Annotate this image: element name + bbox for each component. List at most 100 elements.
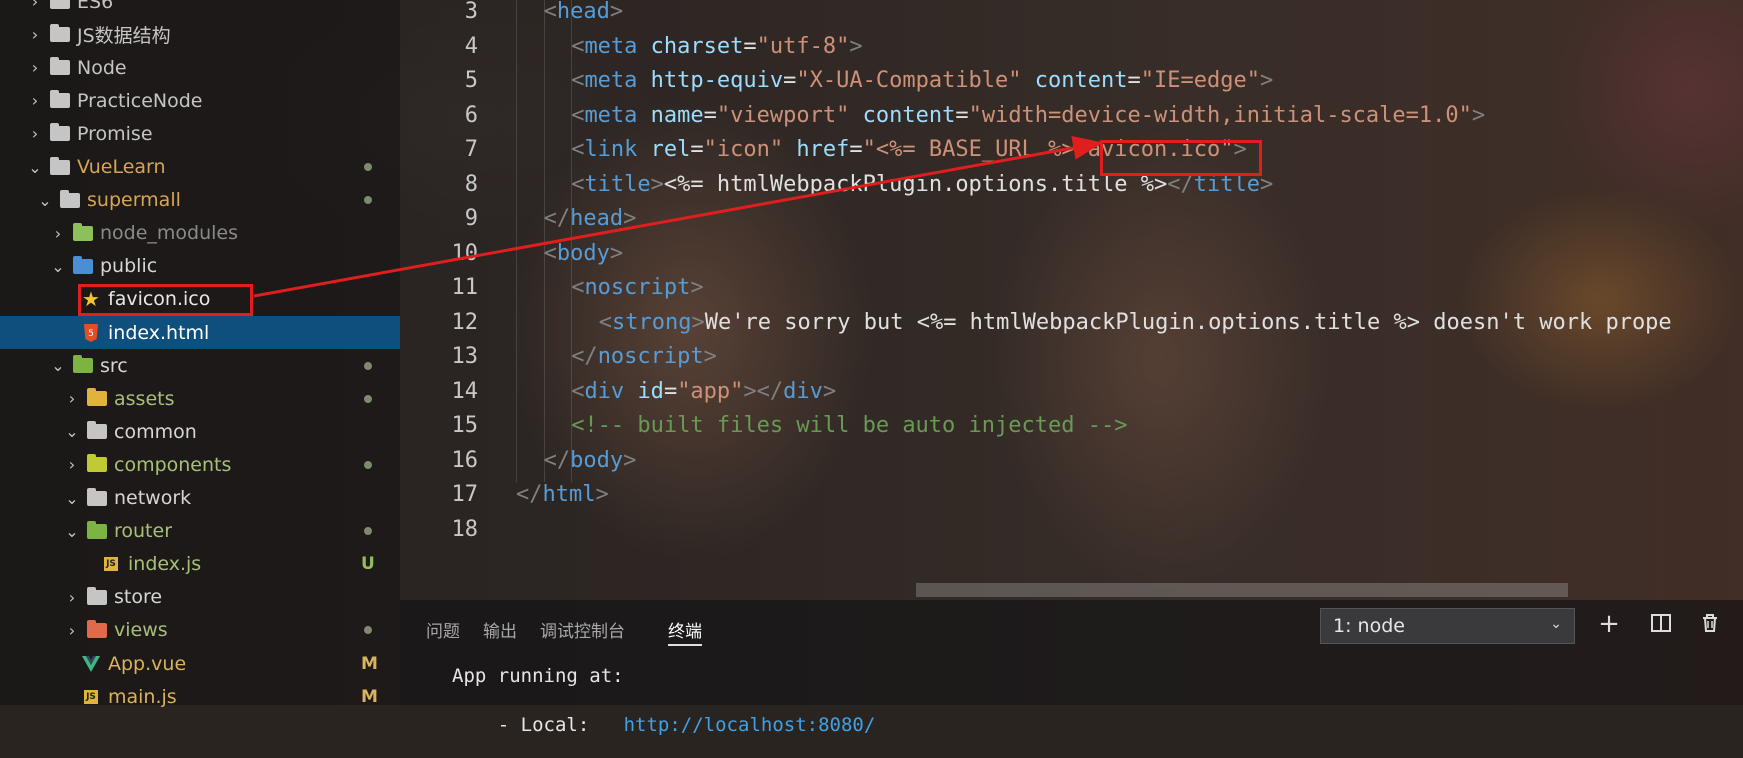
tree-item[interactable]: › assets [0,382,400,415]
folder-icon [49,24,71,44]
tree-item[interactable]: ⌄ router [0,515,400,548]
code-line[interactable]: 17 </html> [400,482,1743,516]
code-line[interactable]: 12 <strong>We're sorry but <%= htmlWebpac… [400,310,1743,344]
terminal-line-1: - Local: http://localhost:8080/ [452,692,876,758]
code-line[interactable]: 16 </body> [400,448,1743,482]
code-text: <meta name="viewport" content="width=dev… [571,102,1486,128]
code-line[interactable]: 15 <!-- built files will be auto injected… [400,413,1743,447]
tree-item[interactable]: › ES6 [0,0,400,18]
tree-item[interactable]: ⌄ src [0,349,400,382]
tab-problems[interactable]: 问题 [426,617,460,642]
chevron-right-icon[interactable]: › [25,58,45,77]
git-status-badge: M [361,653,378,674]
plus-icon[interactable]: + [1597,611,1621,637]
tree-item[interactable]: 5 index.html [0,316,400,349]
chevron-right-icon[interactable]: › [62,588,82,607]
tree-item[interactable]: › components [0,448,400,481]
code-text: </head> [543,206,637,231]
tree-item-label: store [114,586,163,609]
js-file-icon: JS [104,557,118,572]
code-line[interactable]: 8 <title><%= htmlWebpackPlugin.options.ti… [400,172,1743,206]
tree-item-label: PracticeNode [77,89,203,112]
folder-icon [72,222,94,242]
tree-item-label: public [100,255,158,278]
tree-item[interactable]: › views [0,614,400,647]
terminal-select-value: 1: node [1333,615,1405,637]
chevron-right-icon[interactable]: › [25,25,45,44]
folder-icon [59,189,81,209]
code-line[interactable]: 11 <noscript> [400,275,1743,309]
code-line[interactable]: 5 <meta http-equiv="X-UA-Compatible" cont… [400,68,1743,102]
tree-item-label: Promise [77,122,153,145]
chevron-down-icon[interactable]: ⌄ [48,257,68,276]
chevron-down-icon[interactable]: ⌄ [62,422,82,441]
code-text: <div id="app"></div> [571,378,837,404]
chevron-right-icon[interactable]: › [25,124,45,143]
tree-item[interactable]: › JS数据结构 [0,18,400,51]
tree-item[interactable]: › PracticeNode [0,84,400,117]
folder-icon [86,619,108,639]
modified-dot [364,626,372,635]
code-text: </noscript> [571,344,717,369]
tab-output[interactable]: 输出 [483,617,517,642]
tree-item[interactable]: ⌄ public [0,250,400,283]
code-line[interactable]: 7 <link rel="icon" href="<%= BASE_URL %>f… [400,137,1743,171]
line-number: 14 [451,378,479,404]
tab-debug-console[interactable]: 调试控制台 [540,617,625,642]
code-line[interactable]: 14 <div id="app"></div> [400,379,1743,413]
folder-icon [49,0,71,11]
chevron-right-icon[interactable]: › [62,621,82,640]
modified-dot [364,163,372,171]
tree-item[interactable]: ⌄ supermall [0,184,400,217]
chevron-right-icon[interactable]: › [62,455,82,474]
chevron-right-icon[interactable]: › [48,224,68,243]
line-number: 11 [451,275,479,300]
line-number: 5 [464,68,478,93]
code-line[interactable]: 18 [400,517,1743,551]
tree-item[interactable]: App.vue M [0,647,400,680]
line-number: 3 [464,0,478,24]
tree-item-label: index.html [108,321,210,344]
svg-text:5: 5 [88,329,94,339]
bottom-panel: 问题 输出 调试控制台 终端 1: node ⌄ + App running a… [400,600,1743,736]
tree-item-label: ES6 [77,0,114,13]
code-text: <body> [543,240,624,266]
code-line[interactable]: 6 <meta name="viewport" content="width=de… [400,103,1743,137]
code-text: </body> [543,447,637,473]
tree-item[interactable]: › store [0,581,400,614]
tree-item[interactable]: ⌄ VueLearn [0,151,400,184]
code-line[interactable]: 4 <meta charset="utf-8"> [400,34,1743,68]
tree-item[interactable]: › node_modules [0,217,400,250]
chevron-right-icon[interactable]: › [62,389,82,408]
split-terminal-icon[interactable] [1649,612,1673,636]
folder-icon [86,520,108,540]
terminal-select[interactable]: 1: node ⌄ [1320,608,1575,644]
chevron-down-icon[interactable]: ⌄ [62,522,82,541]
horizontal-scrollbar[interactable] [916,583,1568,597]
tree-item-label: VueLearn [77,156,166,178]
modified-dot [364,527,372,536]
chevron-down-icon[interactable]: ⌄ [25,158,45,177]
tree-item[interactable]: ⌄ network [0,482,400,515]
tree-item[interactable]: ⌄ common [0,415,400,448]
code-line[interactable]: 13 </noscript> [400,344,1743,378]
chevron-down-icon[interactable]: ⌄ [48,356,68,375]
tree-item[interactable]: JS index.js U [0,548,400,581]
chevron-right-icon[interactable]: › [25,0,45,11]
code-line[interactable]: 9 </head> [400,206,1743,240]
tree-item[interactable]: › Node [0,51,400,84]
code-line[interactable]: 10 <body> [400,241,1743,275]
trash-icon[interactable] [1698,612,1722,636]
chevron-right-icon[interactable]: › [25,91,45,110]
tree-item[interactable]: › Promise [0,117,400,150]
terminal-local-link[interactable]: http://localhost:8080/ [624,714,876,736]
code-editor[interactable]: 3 <head> 4 <meta charset="utf-8"> 5 <meta htt… [400,0,1743,600]
code-text: </html> [516,482,609,507]
code-text: <meta http-equiv="X-UA-Compatible" conte… [571,68,1274,93]
chevron-down-icon[interactable]: ⌄ [62,489,82,508]
chevron-down-icon[interactable]: ⌄ [35,191,55,210]
tab-terminal[interactable]: 终端 [668,617,702,642]
tree-item[interactable]: JS main.js M [0,680,400,713]
line-number: 18 [451,516,479,542]
code-line[interactable]: 3 <head> [400,0,1743,33]
